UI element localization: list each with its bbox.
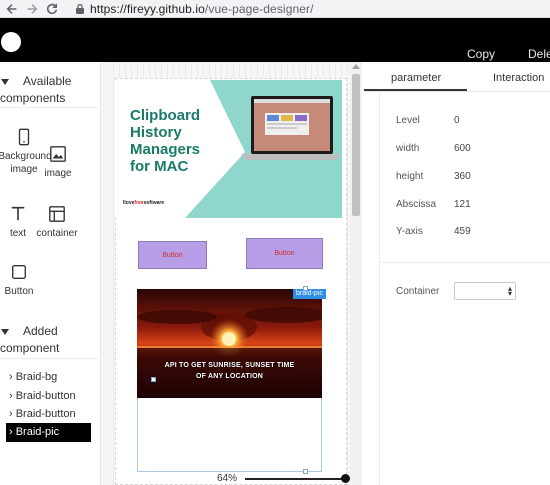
tree-item-braid-bg[interactable]: › Braid-bg [6, 368, 57, 387]
text-icon [8, 204, 28, 224]
copy-button[interactable]: Copy [467, 47, 495, 61]
component-button[interactable]: Button [3, 262, 35, 298]
component-label: container [36, 228, 78, 239]
logo [1, 32, 21, 52]
component-label: image [44, 168, 72, 179]
zoom-value: 64% [217, 473, 238, 484]
braid-button-2[interactable]: Button [246, 238, 323, 269]
divider [0, 107, 98, 108]
collapse-triangle-icon [1, 78, 9, 85]
component-container[interactable]: container [35, 204, 79, 240]
back-icon[interactable] [4, 1, 20, 17]
chevron-updown-icon: ▴ ▾ [507, 284, 512, 298]
divider [380, 262, 550, 263]
available-components-heading[interactable]: Available components [0, 73, 71, 107]
tab-interaction[interactable]: Interaction [493, 72, 544, 84]
app-header: Copy Dele [0, 18, 550, 62]
canvas-scrollbar[interactable] [350, 62, 362, 485]
divider [0, 358, 98, 359]
component-sidebar: Available components Background image imag… [0, 62, 100, 485]
resize-handle-bottom[interactable] [303, 469, 308, 474]
zoom-slider[interactable] [245, 478, 345, 480]
braid-pic-tag: braid-pic [293, 289, 326, 299]
container-label: Container [396, 286, 440, 297]
component-image[interactable]: image [42, 144, 74, 180]
scroll-thumb[interactable] [352, 74, 360, 216]
tree-item-braid-button[interactable]: › Braid-button [6, 405, 76, 424]
container-icon [47, 204, 67, 224]
resize-handle-left[interactable] [151, 377, 156, 382]
added-component-heading[interactable]: Added component [0, 323, 59, 357]
collapse-triangle-icon [1, 328, 9, 335]
component-label: text [9, 228, 27, 239]
braid-bg-banner[interactable]: Clipboard History Managers for MAC Ilove… [115, 80, 342, 218]
tree-item-braid-button[interactable]: › Braid-button [6, 387, 76, 406]
banner-title: Clipboard History Managers for MAC [130, 107, 201, 175]
address-field[interactable]: https://fireyy.github.io/vue-page-design… [90, 2, 314, 16]
banner-brand: Ilovefreesoftware [123, 200, 165, 206]
square-icon [9, 262, 29, 282]
zoom-slider-handle[interactable] [341, 474, 350, 483]
delete-button[interactable]: Dele [528, 47, 550, 61]
braid-button-1[interactable]: Button [138, 241, 207, 269]
container-select[interactable]: ▴ ▾ [454, 282, 516, 300]
component-label: Button [4, 286, 34, 297]
prop-abscissa[interactable]: Abscissa 121 [396, 199, 471, 210]
prop-level: Level 0 [396, 115, 460, 126]
lock-icon [76, 3, 84, 14]
tab-parameter[interactable]: parameter [391, 72, 441, 84]
divider [379, 92, 380, 485]
image-icon [48, 144, 68, 164]
prop-width[interactable]: width 600 [396, 143, 471, 154]
component-text[interactable]: text [6, 204, 30, 240]
scroll-up-icon[interactable] [352, 64, 360, 69]
divider [364, 91, 550, 92]
forward-icon[interactable] [24, 1, 40, 17]
reload-icon[interactable] [44, 1, 60, 17]
phone-icon [14, 127, 34, 147]
prop-height[interactable]: height 360 [396, 171, 471, 182]
prop-y-axis[interactable]: Y-axis 459 [396, 226, 471, 237]
sidebar-scrollbar[interactable] [100, 62, 108, 485]
browser-url-bar: https://fireyy.github.io/vue-page-design… [0, 0, 550, 18]
tree-item-braid-pic[interactable]: › Braid-pic [6, 423, 91, 442]
pic-caption: API TO GET SUNRISE, SUNSET TIME OF ANY L… [164, 362, 295, 380]
resize-handle-top[interactable] [303, 286, 308, 291]
